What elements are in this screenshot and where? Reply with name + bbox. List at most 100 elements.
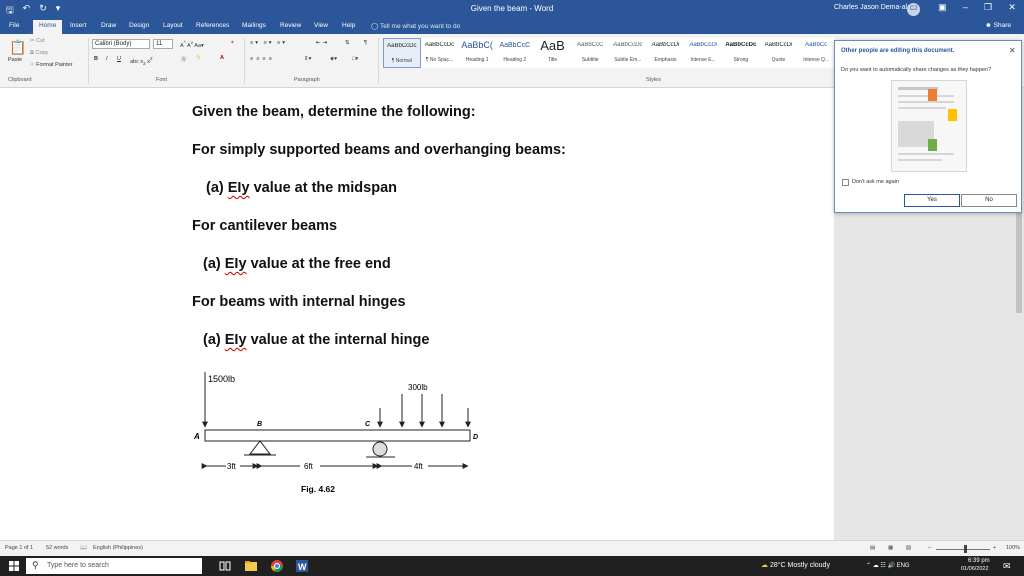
shading-icon[interactable]: ◈▾ — [330, 56, 337, 62]
style-name: Intense Q... — [803, 57, 830, 63]
zoom-level[interactable]: 100% — [1006, 545, 1020, 551]
language[interactable]: English (Philippines) — [93, 545, 143, 551]
tab-references[interactable]: References — [196, 22, 229, 29]
tab-help[interactable]: Help — [342, 22, 355, 29]
tab-design[interactable]: Design — [129, 22, 149, 29]
network-icon[interactable]: ☷ — [880, 563, 885, 569]
chrome-icon[interactable] — [270, 559, 284, 573]
onedrive-icon[interactable]: ☁ — [873, 563, 879, 569]
style-item[interactable]: AaBbCcDc ¶ No Spac... — [421, 38, 459, 68]
proofing-icon[interactable]: 📖 — [80, 545, 87, 551]
font-color-icon[interactable]: A — [220, 55, 224, 61]
page-count[interactable]: Page 1 of 1 — [5, 545, 33, 551]
tab-insert[interactable]: Insert — [70, 22, 86, 29]
weather-widget[interactable]: ☁ 28°C Mostly cloudy — [761, 561, 830, 569]
dialog-title: Other people are editing this document. — [841, 48, 955, 54]
word-count[interactable]: 52 words — [46, 545, 68, 551]
clear-formatting-icon[interactable]: ✶ — [230, 40, 235, 46]
style-item[interactable]: AaBbC(Heading 1 — [458, 38, 496, 68]
share-button[interactable]: ☻ Share — [985, 22, 1011, 29]
bold-button[interactable]: B — [94, 56, 98, 62]
read-mode-icon[interactable]: ▤ — [870, 545, 875, 551]
cut-button[interactable]: ✂ Cut — [30, 38, 45, 44]
taskbar-search-box[interactable]: ⚲ Type here to search — [26, 558, 202, 574]
notifications-icon[interactable]: ✉ — [1003, 561, 1011, 572]
text-effects-icon[interactable]: Ⓐ — [181, 55, 187, 63]
style-name: Subtitle — [581, 57, 599, 63]
style-item[interactable]: AaBbCc Intense Q... — [797, 38, 835, 68]
copy-button[interactable]: ⧉ Copy — [30, 50, 48, 57]
avatar[interactable]: CJ — [907, 3, 920, 16]
borders-icon[interactable]: □▾ — [352, 56, 358, 62]
sort-icon[interactable]: ⇅ — [345, 40, 350, 46]
ribbon-display-icon[interactable]: ▣ — [938, 2, 947, 13]
line-spacing-icon[interactable]: ⇕▾ — [304, 56, 311, 62]
bullets-icon[interactable]: ≡▾ ≡▾ ≡▾ — [250, 40, 287, 46]
align-icon[interactable]: ≡≡≡≡ — [250, 56, 275, 62]
paragraph-group-label: Paragraph — [294, 77, 320, 83]
underline-button[interactable]: U — [117, 56, 121, 62]
file-explorer-icon[interactable] — [244, 559, 258, 573]
system-tray[interactable]: ⌃ ☁ ☷ 🔊 ENG — [866, 562, 910, 569]
style-item[interactable]: AaBbCcDi Quote — [760, 38, 798, 68]
style-item[interactable]: AaBbCcC Heading 2 — [496, 38, 534, 68]
tab-mailings[interactable]: Mailings — [242, 22, 266, 29]
tab-review[interactable]: Review — [280, 22, 301, 29]
tab-home[interactable]: Home — [33, 20, 63, 34]
chevron-up-icon[interactable]: ⌃ — [866, 563, 871, 569]
style-item[interactable]: AaBbCcC Subtitle — [571, 38, 609, 68]
web-layout-icon[interactable]: ▨ — [906, 545, 911, 551]
tell-me-search[interactable]: ◯ Tell me what you want to do — [371, 22, 460, 30]
close-icon[interactable]: ✕ — [1008, 2, 1016, 13]
zoom-slider-thumb[interactable] — [964, 545, 968, 553]
style-item[interactable]: AaB Title — [534, 38, 572, 68]
clock-date[interactable]: 01/06/2022 — [961, 566, 989, 572]
windows-taskbar: ⚲ Type here to search W ☁ 28°C Mostly cl… — [0, 556, 1024, 576]
windows-start-icon[interactable] — [9, 561, 19, 571]
dont-ask-checkbox[interactable] — [842, 179, 849, 186]
no-button[interactable]: No — [961, 194, 1017, 207]
brush-icon: ✧ — [30, 62, 35, 68]
tab-file[interactable]: File — [9, 22, 19, 29]
print-layout-icon[interactable]: ▦ — [888, 545, 893, 551]
scissors-icon: ✂ — [30, 38, 35, 44]
indent-icon[interactable]: ⇤⇥ — [316, 40, 329, 46]
tab-view[interactable]: View — [314, 22, 328, 29]
restore-icon[interactable]: ❒ — [984, 2, 992, 13]
word-app-icon[interactable]: W — [295, 559, 309, 573]
strikethrough-button[interactable]: abc x2 x2 — [130, 56, 153, 66]
task-view-icon[interactable] — [218, 559, 232, 573]
paste-icon[interactable]: 📋 — [9, 39, 26, 56]
style-item[interactable]: AaBbCcDc Subtle Em... — [609, 38, 647, 68]
document-page[interactable]: Given the beam, determine the following:… — [0, 88, 834, 540]
zoom-slider[interactable] — [936, 549, 990, 550]
style-item[interactable]: AaBbCcDc ¶ Normal — [383, 38, 421, 68]
paste-button[interactable]: Paste — [8, 57, 22, 63]
close-icon[interactable]: ✕ — [1009, 46, 1016, 55]
style-item[interactable]: AaBbCcDi Intense E... — [684, 38, 722, 68]
highlight-icon[interactable]: ✎ — [196, 55, 201, 61]
font-size-select[interactable]: 11 — [153, 39, 173, 49]
clock-time[interactable]: 6:39 pm — [968, 558, 990, 564]
minimize-icon[interactable]: – — [963, 2, 968, 13]
style-name: Heading 1 — [465, 57, 489, 63]
italic-button[interactable]: I — [106, 56, 108, 62]
style-item[interactable]: AaBbCcDc Strong — [722, 38, 760, 68]
format-painter-button[interactable]: ✧ Format Painter — [30, 62, 73, 68]
language-indicator[interactable]: ENG — [897, 563, 910, 569]
tab-layout[interactable]: Layout — [163, 22, 183, 29]
yes-button[interactable]: Yes — [904, 194, 960, 207]
pilcrow-icon[interactable]: ¶ — [364, 40, 367, 46]
font-name-select[interactable]: Calibri (Body) — [92, 39, 150, 49]
grow-font-icon[interactable]: A^ Av Aa▾ — [180, 40, 204, 49]
coauthoring-illustration — [891, 80, 967, 172]
style-item[interactable]: AaBbCcDi Emphasis — [647, 38, 685, 68]
doc-heading: Given the beam, determine the following: — [192, 104, 476, 120]
user-name[interactable]: Charles Jason Dema-ala — [834, 4, 911, 11]
volume-icon[interactable]: 🔊 — [887, 563, 894, 569]
style-name: ¶ Normal — [391, 58, 412, 64]
zoom-in-icon[interactable]: + — [993, 545, 996, 551]
zoom-out-icon[interactable]: – — [928, 545, 931, 551]
dialog-question: Do you want to automatically share chang… — [841, 67, 992, 73]
tab-draw[interactable]: Draw — [101, 22, 116, 29]
